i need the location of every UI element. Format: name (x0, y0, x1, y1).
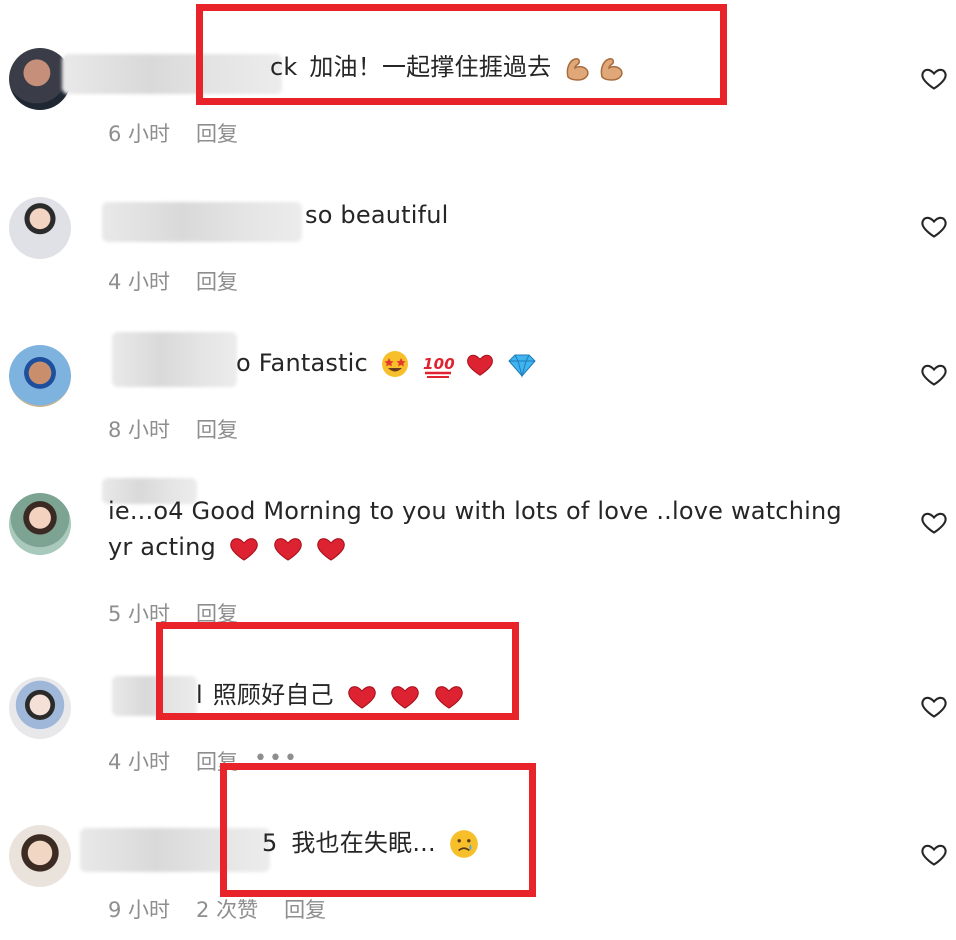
username-tail[interactable]: ck (270, 53, 298, 81)
likes-count[interactable]: 2 次赞 (196, 894, 258, 924)
reply-button[interactable]: 回复 (196, 118, 238, 148)
reply-button[interactable]: 回复 (284, 894, 326, 924)
comment-meta: 6 小时 回复 (108, 118, 238, 148)
avatar[interactable] (9, 197, 71, 259)
timestamp: 4 小时 (108, 270, 171, 294)
red-heart-emoji (273, 538, 302, 561)
comment-meta: 9 小时 2 次赞 回复 (108, 894, 326, 924)
blurred-username (112, 332, 237, 387)
avatar[interactable] (9, 825, 71, 887)
avatar[interactable] (9, 677, 71, 739)
heart-outline-icon[interactable] (920, 508, 948, 536)
svg-text:100: 100 (423, 355, 454, 373)
comment-body-continued: yr acting (108, 533, 216, 561)
blurred-username (80, 828, 270, 872)
comment-text: l 照顾好自己 (196, 677, 465, 713)
avatar[interactable] (9, 493, 71, 555)
hundred-points-emoji: 100 (423, 355, 454, 378)
gem-stone-emoji (508, 354, 537, 378)
comment-body: so beautiful (305, 201, 449, 229)
red-heart-emoji (391, 686, 420, 709)
star-struck-emoji (381, 351, 408, 377)
red-heart-emoji (230, 538, 258, 561)
comment-meta: 4 小时 回复 ••• (108, 746, 299, 776)
red-heart-emoji (435, 686, 464, 709)
comment-text: ck 加油！一起撑住捱過去 (270, 49, 627, 85)
blurred-username (62, 54, 282, 94)
reply-button[interactable]: 回复 (196, 414, 238, 444)
heart-outline-icon[interactable] (920, 212, 948, 240)
blurred-username (102, 202, 302, 242)
heart-outline-icon[interactable] (920, 692, 948, 720)
comment-body: Good Morning to you with lots of love ..… (191, 497, 842, 525)
more-options-icon[interactable]: ••• (254, 746, 299, 776)
timestamp: 9 小时 (108, 898, 171, 922)
comment-text: so beautiful (305, 197, 449, 233)
flexed-biceps-emoji (600, 58, 623, 81)
heart-outline-icon[interactable] (920, 360, 948, 388)
comment-text: ie...o4 Good Morning to you with lots of… (108, 493, 842, 529)
heart-outline-icon[interactable] (920, 64, 948, 92)
reply-button[interactable]: 回复 (196, 266, 238, 296)
comment-body: 加油！一起撑住捱過去 (309, 53, 552, 81)
avatar[interactable] (9, 345, 71, 407)
comment-body: 照顾好自己 (212, 681, 334, 709)
reply-button[interactable]: 回复 (196, 746, 238, 776)
username-tail[interactable]: o (236, 349, 251, 377)
timestamp: 8 小时 (108, 418, 171, 442)
blurred-username (112, 676, 197, 716)
red-heart-emoji (467, 354, 494, 376)
timestamp: 4 小时 (108, 750, 171, 774)
username-tail[interactable]: l (196, 681, 203, 709)
crying-face-emoji (449, 830, 478, 858)
comment-body: Fantastic (258, 349, 368, 377)
comment-text: 5 我也在失眠... (262, 825, 480, 861)
comment-meta: 5 小时 回复 (108, 598, 238, 628)
comment-text: o Fantastic 100 (236, 345, 537, 381)
username-tail[interactable]: ie...o4 (108, 497, 184, 525)
red-heart-emoji (347, 686, 376, 709)
heart-outline-icon[interactable] (920, 840, 948, 868)
timestamp: 5 小时 (108, 602, 171, 626)
reply-button[interactable]: 回复 (196, 598, 238, 628)
red-heart-emoji (317, 538, 346, 561)
flexed-biceps-emoji (566, 58, 589, 81)
comment-text-line2: yr acting (108, 529, 347, 565)
comment-meta: 4 小时 回复 (108, 266, 238, 296)
username-tail[interactable]: 5 (262, 829, 277, 857)
comment-meta: 8 小时 回复 (108, 414, 238, 444)
comment-body: 我也在失眠... (291, 829, 436, 857)
timestamp: 6 小时 (108, 122, 171, 146)
